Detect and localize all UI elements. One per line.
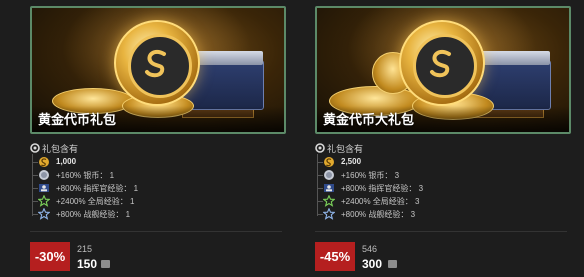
silver-coin-icon <box>39 170 49 180</box>
free-xp-star-icon <box>38 195 50 207</box>
bundle-card-gold-tokens-large[interactable]: 黄金代币大礼包 礼包含有 2,500 +160% 银币： 3 +800% 指挥官… <box>315 0 571 277</box>
gold-token-icon <box>399 20 485 106</box>
gold-coin-icon <box>324 157 334 167</box>
discount-badge: -30% <box>30 242 70 271</box>
free-xp-star-icon <box>323 195 335 207</box>
bundle-icon <box>30 143 40 153</box>
commander-xp-icon <box>39 184 49 192</box>
sale-price[interactable]: 150 <box>77 257 97 271</box>
discount-badge: -45% <box>315 242 355 271</box>
currency-icon <box>388 260 397 268</box>
bundle-icon <box>315 143 325 153</box>
bundle-title: 黄金代币大礼包 <box>323 112 415 127</box>
bundle-card-gold-tokens[interactable]: 黄金代币礼包 礼包含有 1,000 +160% 银币： 1 +800% 指挥官经… <box>30 0 286 277</box>
divider <box>30 231 282 232</box>
sale-price[interactable]: 300 <box>362 257 382 271</box>
original-price: 546 <box>362 244 378 254</box>
ship-xp-star-icon <box>323 208 335 220</box>
currency-icon <box>101 260 110 268</box>
bundle-image[interactable]: 黄金代币大礼包 <box>315 6 571 134</box>
gold-coin-icon <box>39 157 49 167</box>
bundle-image[interactable]: 黄金代币礼包 <box>30 6 286 134</box>
divider <box>315 231 567 232</box>
commander-xp-icon <box>324 184 334 192</box>
ship-xp-star-icon <box>38 208 50 220</box>
bundle-title: 黄金代币礼包 <box>38 112 117 127</box>
silver-coin-icon <box>324 170 334 180</box>
original-price: 215 <box>77 244 93 254</box>
gold-token-icon <box>114 20 200 106</box>
